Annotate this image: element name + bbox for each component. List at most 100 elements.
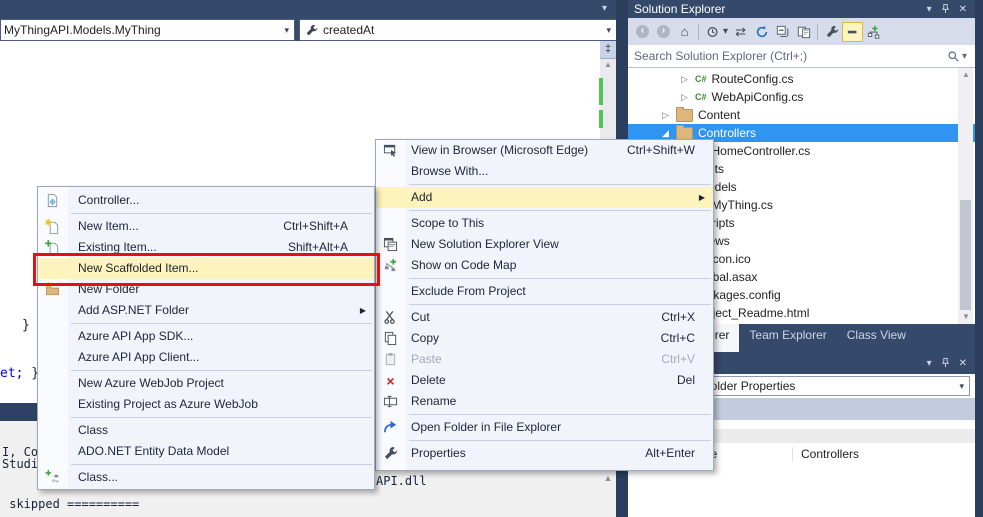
tree-item-label: Controllers [698, 126, 756, 140]
forward-button[interactable]: › [653, 22, 674, 42]
properties-button[interactable] [821, 22, 842, 42]
menu-item-new-item[interactable]: New Item... Ctrl+Shift+A [38, 216, 374, 237]
cut-icon [382, 309, 399, 326]
tree-item-label: RouteConfig.cs [712, 72, 794, 86]
view-code-map-button[interactable] [863, 22, 884, 42]
tab-class-view[interactable]: Class View [837, 324, 916, 346]
window-edge [975, 0, 983, 517]
menu-item-label: Open Folder in File Explorer [376, 417, 561, 438]
menu-item-new-azure-webjob-project[interactable]: New Azure WebJob Project [38, 373, 374, 394]
collapse-all-icon [776, 25, 790, 39]
collapse-all-button[interactable] [772, 22, 793, 42]
expand-expanded-icon[interactable]: ◢ [662, 128, 676, 139]
scroll-up-icon[interactable]: ▲ [958, 70, 974, 79]
menu-item-existing-project-as-azure-webjob[interactable]: Existing Project as Azure WebJob [38, 394, 374, 415]
forward-icon: › [657, 25, 670, 38]
menu-item-shortcut: Ctrl+Shift+A [283, 216, 374, 237]
expand-collapsed-icon[interactable]: ▷ [681, 92, 695, 103]
menu-item-cut[interactable]: Cut Ctrl+X [376, 307, 713, 328]
splitter-handle-icon[interactable]: ‡ [600, 41, 616, 59]
menu-item-copy[interactable]: Copy Ctrl+C [376, 328, 713, 349]
toolbar-separator [698, 24, 699, 40]
menu-separator [409, 210, 711, 211]
window-position-chevron-icon[interactable]: ▾ [927, 358, 932, 369]
menu-item-add[interactable]: Add ▶ [376, 187, 713, 208]
tree-item-label: WebApiConfig.cs [712, 90, 804, 104]
member-dropdown-value: createdAt [318, 23, 374, 37]
editor-titlebar: ▾ MyThingAPI.Models.MyThing ▾ createdAt … [0, 0, 616, 41]
member-dropdown[interactable]: createdAt ▾ [299, 19, 617, 41]
preview-selected-items-button[interactable] [793, 22, 814, 42]
filter-chevron-icon[interactable]: ▾ [723, 26, 728, 37]
back-button[interactable]: ‹ [632, 22, 653, 42]
menu-item-label: Azure API App Client... [38, 347, 199, 368]
delete-icon: × [382, 372, 399, 389]
search-placeholder: Search Solution Explorer (Ctrl+;) [628, 49, 807, 63]
close-icon[interactable]: ✕ [959, 358, 967, 369]
menu-item-scope-to-this[interactable]: Scope to This [376, 213, 713, 234]
tree-scrollbar[interactable]: ▲ ▼ [958, 68, 973, 324]
search-options-chevron-icon[interactable]: ▾ [962, 51, 967, 62]
menu-item-delete[interactable]: × Delete Del [376, 370, 713, 391]
menu-item-class-plain[interactable]: Class [38, 420, 374, 441]
scroll-down-icon[interactable]: ▼ [958, 312, 974, 321]
editor-options-chevron-icon[interactable]: ▾ [602, 3, 607, 14]
pending-changes-filter-button[interactable] [702, 22, 723, 42]
menu-item-label: Class [38, 420, 108, 441]
menu-item-class-dialog[interactable]: Class... [38, 467, 374, 488]
code-map-icon [867, 25, 881, 39]
menu-item-rename[interactable]: Rename [376, 391, 713, 412]
type-dropdown[interactable]: MyThingAPI.Models.MyThing ▾ [0, 19, 295, 41]
search-icon[interactable] [947, 50, 960, 63]
output-line: skipped ========== [2, 497, 139, 511]
tree-item-routeconfig[interactable]: ▷ C# RouteConfig.cs [628, 70, 975, 88]
expand-collapsed-icon[interactable]: ▷ [681, 74, 695, 85]
scroll-up-icon[interactable]: ▲ [601, 473, 615, 483]
home-button[interactable]: ⌂ [674, 22, 695, 42]
menu-item-paste: Paste Ctrl+V [376, 349, 713, 370]
menu-item-open-folder-in-file-explorer[interactable]: Open Folder in File Explorer [376, 417, 713, 438]
refresh-button[interactable] [751, 22, 772, 42]
show-on-code-map-icon [382, 257, 399, 274]
sync-with-active-document-button[interactable]: ⇄ [730, 22, 751, 42]
tree-item-content[interactable]: ▷ Content [628, 106, 975, 124]
menu-item-new-solution-explorer-view[interactable]: New Solution Explorer View [376, 234, 713, 255]
property-value[interactable]: Controllers [793, 447, 859, 461]
chevron-down-icon[interactable]: ▾ [959, 381, 969, 392]
search-input[interactable]: Search Solution Explorer (Ctrl+;) ▾ [628, 45, 975, 68]
open-folder-arrow-icon [382, 419, 399, 436]
menu-item-adonet-entity-data-model[interactable]: ADO.NET Entity Data Model [38, 441, 374, 462]
chevron-down-icon[interactable]: ▾ [279, 25, 294, 36]
visual-studio-window: ▾ MyThingAPI.Models.MyThing ▾ createdAt … [0, 0, 983, 517]
pin-icon[interactable] [940, 357, 951, 369]
solution-explorer-titlebar[interactable]: Solution Explorer ▾ ✕ [628, 0, 975, 18]
menu-item-azure-api-app-client[interactable]: Azure API App Client... [38, 347, 374, 368]
expand-collapsed-icon[interactable]: ▷ [662, 110, 676, 121]
pin-icon[interactable] [940, 3, 951, 15]
rename-icon [382, 393, 399, 410]
menu-separator [71, 464, 372, 465]
window-position-chevron-icon[interactable]: ▾ [927, 4, 932, 15]
menu-item-controller[interactable]: Controller... [38, 190, 374, 211]
menu-separator [71, 417, 372, 418]
show-all-files-toggle[interactable] [842, 22, 863, 42]
tab-team-explorer[interactable]: Team Explorer [739, 324, 836, 346]
wrench-icon [825, 25, 839, 39]
menu-item-show-on-code-map[interactable]: Show on Code Map [376, 255, 713, 276]
add-class-icon [44, 469, 61, 486]
menu-item-azure-api-app-sdk[interactable]: Azure API App SDK... [38, 326, 374, 347]
close-icon[interactable]: ✕ [959, 4, 967, 15]
scroll-up-icon[interactable]: ▲ [600, 60, 616, 69]
scrollbar-thumb[interactable] [960, 200, 971, 310]
menu-item-label: View in Browser (Microsoft Edge) [376, 140, 588, 161]
menu-item-view-in-browser[interactable]: View in Browser (Microsoft Edge) Ctrl+Sh… [376, 140, 713, 161]
menu-item-add-aspnet-folder[interactable]: Add ASP.NET Folder ▶ [38, 300, 374, 321]
menu-item-properties[interactable]: Properties Alt+Enter [376, 443, 713, 464]
menu-item-label: Add ASP.NET Folder [38, 300, 189, 321]
menu-item-label: Browse With... [376, 161, 488, 182]
menu-item-browse-with[interactable]: Browse With... [376, 161, 713, 182]
tree-item-webapiconfig[interactable]: ▷ C# WebApiConfig.cs [628, 88, 975, 106]
chevron-down-icon[interactable]: ▾ [601, 25, 616, 36]
menu-item-exclude-from-project[interactable]: Exclude From Project [376, 281, 713, 302]
menu-item-shortcut: Alt+Enter [645, 443, 713, 464]
